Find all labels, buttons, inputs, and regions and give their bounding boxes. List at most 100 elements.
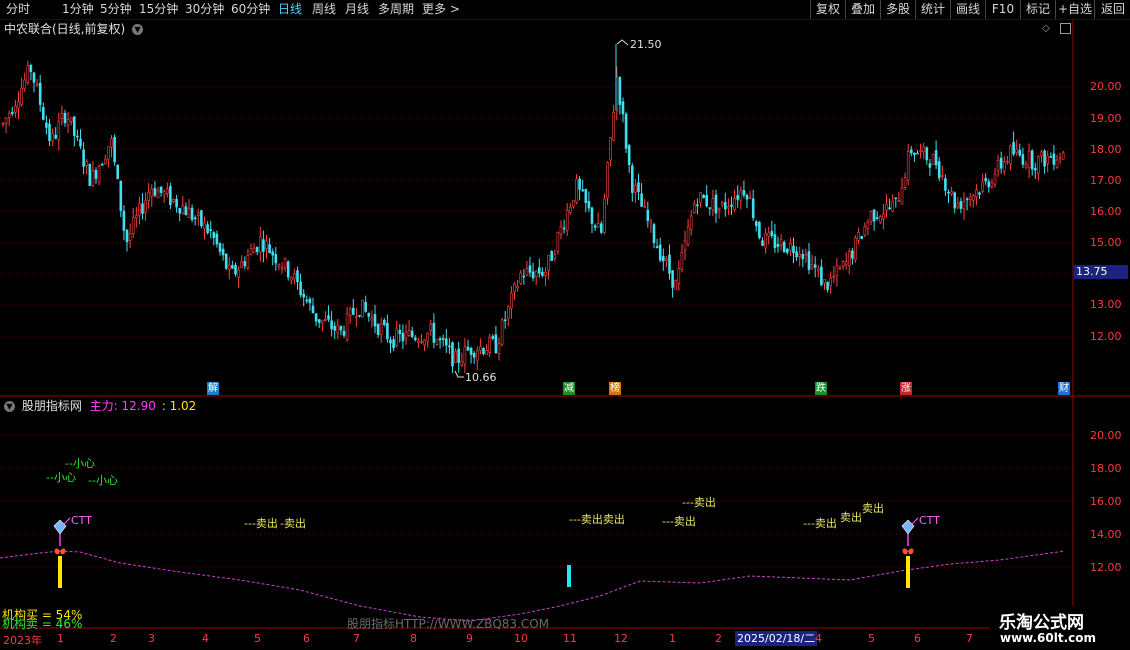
candle-body	[265, 240, 268, 249]
candle-body	[922, 146, 926, 152]
candle-body	[590, 207, 594, 224]
candle-body	[841, 261, 845, 267]
candle-body	[426, 332, 430, 342]
candle-body	[801, 253, 805, 260]
candle-body	[389, 339, 392, 344]
candle-body	[851, 250, 854, 259]
candle-body	[469, 347, 473, 355]
candle-body	[959, 201, 963, 209]
candle-body	[971, 195, 975, 201]
indicator-name[interactable]: 股朋指标网	[22, 399, 82, 413]
candle-body	[847, 251, 851, 266]
candle-body	[172, 198, 175, 202]
candle-body	[45, 122, 48, 128]
main-force-value: 主力: 12.90	[89, 399, 156, 413]
candle-body	[1012, 141, 1015, 155]
ctt-arrow	[909, 517, 919, 527]
brand-name: 乐淘公式网	[999, 613, 1084, 633]
candle-body	[568, 206, 572, 213]
candle-body	[649, 220, 653, 224]
candle-body	[280, 267, 284, 270]
candle-body	[944, 178, 947, 191]
candle-body	[714, 194, 718, 214]
candle-body	[184, 206, 188, 216]
candle-body	[730, 204, 733, 207]
candle-body	[658, 244, 662, 261]
candle-body	[810, 264, 814, 268]
candle-body	[97, 166, 101, 183]
event-marker-fall[interactable]: 跌	[815, 382, 827, 395]
candle-body	[516, 285, 519, 289]
candle-body	[1046, 155, 1049, 164]
candle-body	[135, 215, 138, 218]
candle-body	[314, 313, 318, 322]
ctt-label: CTT	[71, 514, 92, 527]
candle-body	[255, 246, 259, 252]
candle-body	[727, 206, 730, 209]
brand-box: 乐淘公式网 www.60lt.com	[990, 606, 1130, 650]
candle-body	[460, 360, 464, 366]
sell-label: 卖出	[862, 502, 884, 515]
candle-body	[981, 181, 984, 192]
candle-body	[736, 195, 740, 200]
candle-body	[1006, 160, 1009, 163]
event-marker-reduce[interactable]: 减	[563, 382, 575, 395]
candle-body	[919, 150, 922, 152]
candle-body	[751, 198, 755, 219]
candle-body	[79, 138, 82, 147]
candle-body	[156, 190, 160, 199]
high-marker	[616, 39, 629, 46]
candle-body	[404, 331, 408, 339]
candle-body	[686, 226, 690, 245]
candle-body	[882, 213, 885, 220]
candle-body	[398, 329, 402, 335]
candle-body	[1018, 149, 1022, 156]
candle-body	[866, 221, 870, 229]
candle-body	[162, 191, 166, 196]
chevron-down-icon[interactable]: ▼	[4, 401, 15, 412]
month-label: 10	[514, 632, 528, 645]
candle-body	[807, 251, 811, 270]
candle-body	[451, 342, 454, 367]
candle-body	[144, 200, 147, 213]
price-axis-label: 20.00	[1090, 80, 1122, 93]
candle-body	[376, 324, 380, 335]
candle-body	[776, 244, 780, 247]
candle-body	[488, 337, 492, 353]
ctt-arrow	[61, 517, 71, 527]
candle-body	[100, 164, 104, 166]
candle-body	[773, 234, 777, 249]
candle-body	[885, 203, 888, 211]
candle-body	[417, 340, 420, 343]
candle-body	[835, 265, 839, 277]
candle-body	[41, 107, 45, 120]
candle-body	[429, 323, 433, 331]
candle-body	[739, 190, 743, 201]
candle-body	[88, 163, 92, 186]
candle-body	[246, 254, 250, 269]
candle-body	[345, 313, 349, 340]
candle-body	[953, 192, 957, 209]
candle-body	[358, 314, 361, 317]
candle-body	[268, 244, 271, 254]
candle-body	[491, 336, 495, 339]
candle-body	[668, 254, 671, 274]
month-label: 8	[410, 632, 417, 645]
month-label: 12	[614, 632, 628, 645]
month-label: 3	[148, 632, 155, 645]
event-marker-finance[interactable]: 财	[1058, 382, 1070, 395]
candle-body	[733, 198, 736, 210]
candle-body	[925, 147, 929, 161]
candle-body	[968, 196, 972, 201]
candle-body	[671, 270, 674, 288]
candle-body	[485, 350, 488, 355]
event-marker-rise[interactable]: 涨	[900, 382, 912, 395]
event-marker-unlock[interactable]: 解	[207, 382, 219, 395]
candle-body	[541, 271, 544, 276]
candle-body	[863, 226, 867, 236]
candle-body	[742, 190, 746, 196]
high-price-label: 21.50	[630, 38, 662, 51]
candle-body	[141, 203, 144, 214]
candle-body	[624, 113, 628, 149]
event-marker-list[interactable]: 榜	[609, 382, 621, 395]
